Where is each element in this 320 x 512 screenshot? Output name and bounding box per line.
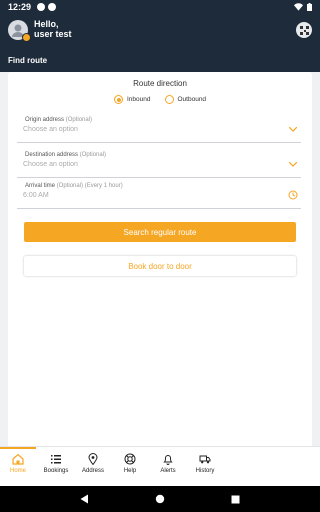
direction-radio-group: Inbound Outbound (114, 95, 206, 104)
system-nav-bar (0, 486, 320, 512)
edit-badge-icon (22, 33, 31, 42)
notification-icon (48, 3, 57, 11)
greeting: Hello, user test (34, 19, 72, 39)
bell-icon (163, 455, 173, 465)
chevron-down-icon (288, 159, 298, 169)
tab-address[interactable]: Address (75, 447, 111, 487)
lifebuoy-icon (124, 453, 136, 465)
radio-outbound-indicator (164, 95, 174, 104)
book-door-to-door-button[interactable]: Book door to door (24, 256, 296, 276)
destination-label-text: Destination address (25, 152, 79, 158)
destination-optional: (Optional) (79, 152, 107, 158)
tab-alerts[interactable]: Alerts (150, 447, 186, 487)
battery-icon (307, 3, 312, 11)
home-icon (12, 453, 24, 465)
greeting-hello: Hello, (34, 19, 59, 29)
destination-address-label: Destination address (Optional) (25, 152, 106, 158)
origin-address-field[interactable]: Origin address (Optional) Choose an opti… (17, 117, 301, 143)
tab-home[interactable]: Home (0, 447, 36, 487)
radio-outbound[interactable]: Outbound (164, 95, 207, 104)
status-time: 12:29 (8, 2, 32, 12)
greeting-username: user test (34, 29, 72, 39)
status-icons (294, 3, 312, 11)
search-regular-route-button[interactable]: Search regular route (24, 222, 296, 242)
wifi-icon (294, 3, 303, 11)
tab-bookings-label: Bookings (43, 468, 69, 474)
route-form-card: Route direction Inbound Outbound Origin … (8, 72, 312, 446)
origin-address-label: Origin address (Optional) (25, 117, 92, 123)
arrival-hint: (Every 1 hour) (84, 183, 123, 189)
clock-icon (288, 190, 298, 200)
tab-help-label: Help (123, 468, 137, 474)
home-circle-icon[interactable] (155, 494, 165, 504)
qr-code-button[interactable] (296, 22, 312, 38)
arrival-optional: (Optional) (56, 183, 84, 189)
arrival-time-value: 6:00 AM (23, 192, 49, 199)
qr-code-icon (299, 25, 309, 35)
radio-inbound-label: Inbound (127, 96, 151, 103)
tab-bookings[interactable]: Bookings (38, 447, 74, 487)
radio-inbound-indicator (114, 95, 123, 104)
destination-address-field[interactable]: Destination address (Optional) Choose an… (17, 152, 301, 178)
recents-icon[interactable] (231, 495, 240, 504)
status-bar: 12:29 (0, 0, 320, 14)
arrival-time-field[interactable]: Arrival time (Optional) (Every 1 hour) 6… (17, 183, 301, 209)
section-title: Find route (8, 56, 48, 65)
list-icon (51, 455, 61, 464)
avatar[interactable] (8, 20, 31, 42)
tab-address-label: Address (81, 468, 104, 474)
bottom-tab-bar: Home Bookings Address Help Alerts Histor… (0, 446, 320, 486)
truck-icon (199, 455, 211, 464)
tab-history[interactable]: History (187, 447, 223, 487)
origin-optional: (Optional) (65, 117, 93, 123)
location-pin-icon (88, 453, 98, 465)
tab-alerts-label: Alerts (160, 468, 176, 474)
tab-history-label: History (195, 468, 215, 474)
radio-outbound-label: Outbound (177, 96, 207, 103)
arrival-time-label: Arrival time (Optional) (Every 1 hour) (25, 183, 123, 189)
route-direction-title: Route direction (133, 79, 187, 88)
arrival-label-text: Arrival time (25, 183, 56, 189)
notification-icon (37, 3, 46, 11)
chevron-down-icon (288, 124, 298, 134)
app-header: Hello, user test Find route (0, 14, 320, 72)
origin-address-placeholder: Choose an option (23, 126, 78, 133)
tab-home-label: Home (9, 468, 26, 474)
origin-label-text: Origin address (25, 117, 65, 123)
tab-help[interactable]: Help (112, 447, 148, 487)
back-icon[interactable] (80, 494, 89, 504)
radio-inbound[interactable]: Inbound (114, 95, 151, 104)
destination-address-placeholder: Choose an option (23, 161, 78, 168)
